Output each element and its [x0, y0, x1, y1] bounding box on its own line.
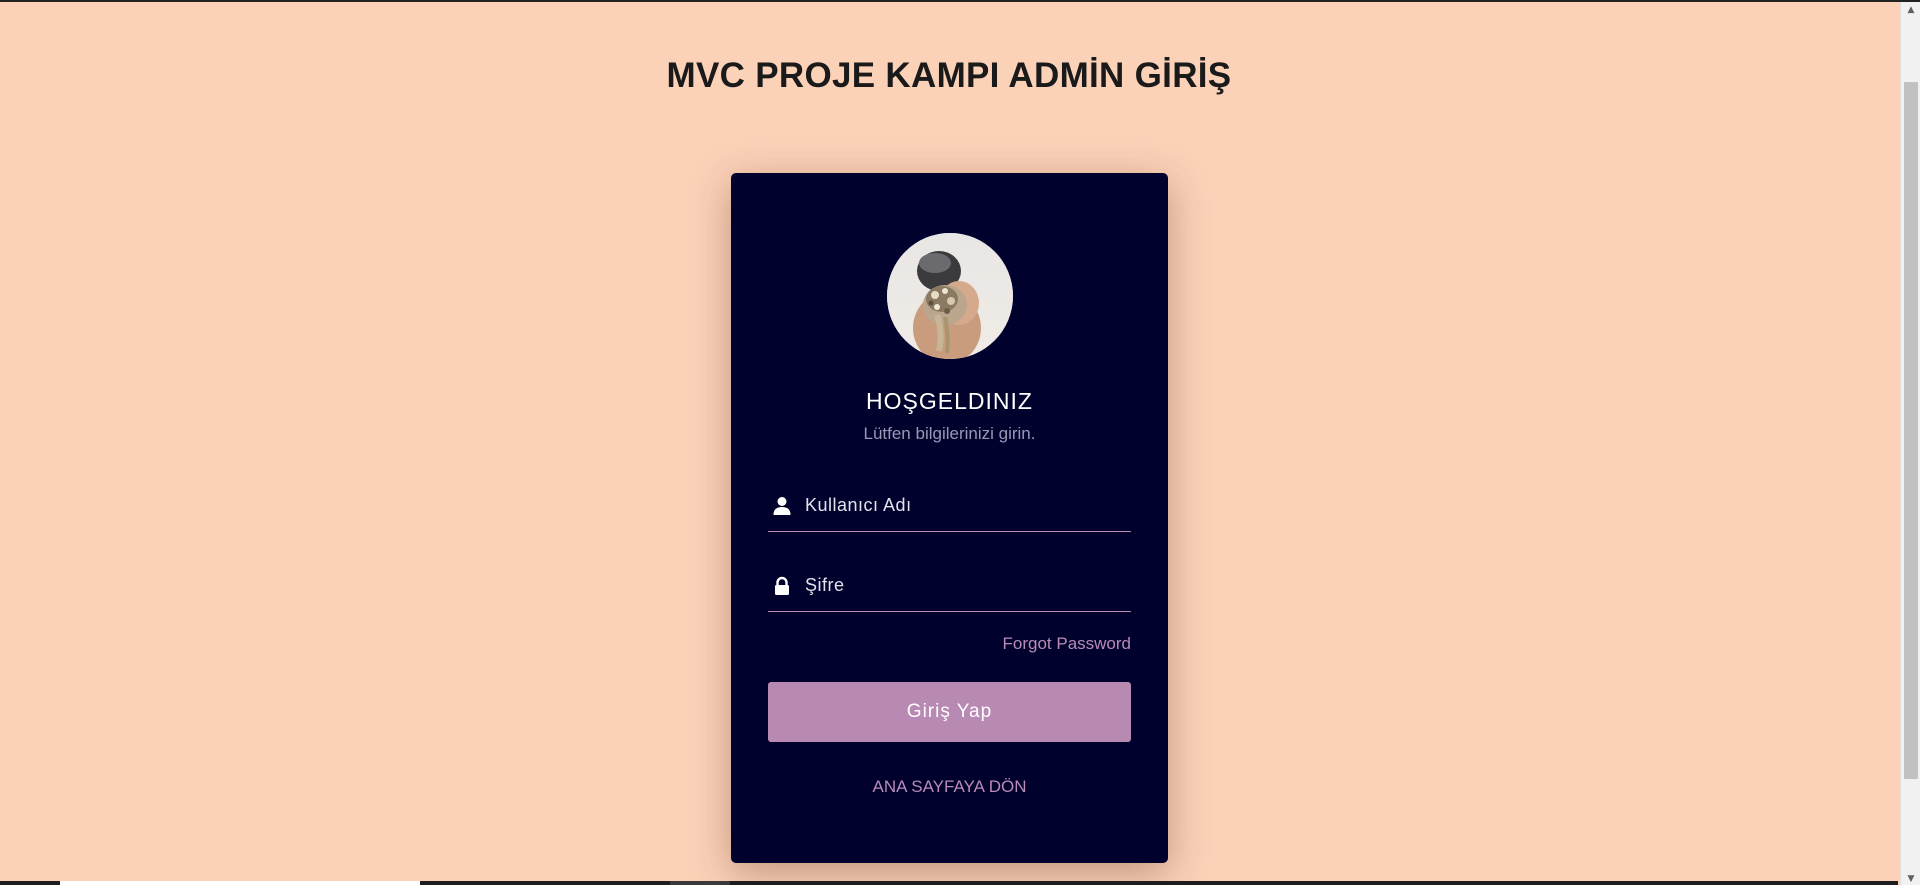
page-title: MVC PROJE KAMPI ADMİN GİRİŞ [666, 56, 1232, 95]
username-field [768, 476, 1131, 532]
avatar [887, 233, 1013, 359]
login-card: HOŞGELDINIZ Lütfen bilgilerinizi girin. … [731, 173, 1168, 863]
welcome-subtitle: Lütfen bilgilerinizi girin. [863, 424, 1036, 443]
vertical-scrollbar[interactable]: ▲ ▼ [1900, 2, 1920, 885]
user-icon [772, 496, 792, 516]
taskbar-segment [60, 881, 420, 885]
scroll-up-arrow-icon[interactable]: ▲ [1901, 2, 1920, 18]
password-input[interactable] [805, 566, 1125, 604]
scroll-thumb[interactable] [1904, 82, 1918, 779]
login-button[interactable]: Giriş Yap [768, 682, 1131, 742]
taskbar-strip [0, 881, 1898, 885]
taskbar-segment [670, 881, 730, 885]
avatar-photo [887, 233, 1013, 359]
lock-icon [772, 576, 792, 596]
username-input[interactable] [805, 486, 1125, 524]
forgot-password-link[interactable]: Forgot Password [1003, 634, 1132, 654]
home-link[interactable]: ANA SAYFAYA DÖN [731, 777, 1168, 797]
password-field [768, 556, 1131, 612]
welcome-heading: HOŞGELDINIZ [866, 388, 1033, 414]
scroll-down-arrow-icon[interactable]: ▼ [1901, 871, 1920, 885]
